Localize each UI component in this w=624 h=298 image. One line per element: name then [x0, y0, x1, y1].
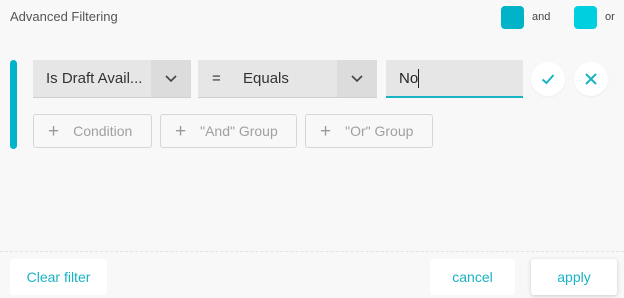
filter-header: Advanced Filtering and or: [0, 0, 624, 34]
field-select[interactable]: Is Draft Avail...: [33, 60, 191, 98]
chevron-down-icon[interactable]: [337, 60, 377, 97]
field-select-value: Is Draft Avail...: [46, 70, 143, 87]
add-condition-label: Condition: [73, 123, 133, 139]
value-input[interactable]: [386, 60, 523, 98]
check-icon: [541, 74, 555, 85]
add-and-group-button[interactable]: + "And" Group: [160, 114, 297, 148]
operator-symbol: =: [212, 70, 221, 87]
add-or-group-label: "Or" Group: [345, 123, 414, 139]
cancel-button[interactable]: cancel: [430, 259, 515, 295]
add-and-group-label: "And" Group: [200, 123, 278, 139]
clear-filter-button[interactable]: Clear filter: [10, 259, 107, 295]
confirm-button[interactable]: [531, 62, 565, 96]
or-legend-label: or: [605, 11, 615, 23]
apply-button[interactable]: apply: [531, 259, 617, 295]
close-icon: [585, 73, 597, 85]
add-condition-button[interactable]: + Condition: [33, 114, 152, 148]
and-group-indicator: [10, 60, 17, 149]
remove-condition-button[interactable]: [574, 62, 608, 96]
apply-label: apply: [557, 269, 591, 285]
add-or-group-button[interactable]: + "Or" Group: [305, 114, 433, 148]
footer-divider: [0, 251, 624, 252]
page-title: Advanced Filtering: [10, 9, 118, 24]
plus-icon: +: [48, 120, 60, 142]
text-cursor: [418, 69, 419, 88]
cancel-label: cancel: [452, 269, 493, 285]
and-legend-label: and: [532, 11, 551, 23]
chevron-down-icon[interactable]: [151, 60, 191, 97]
operator-select[interactable]: = Equals: [198, 60, 377, 98]
plus-icon: +: [175, 120, 187, 142]
clear-filter-label: Clear filter: [26, 269, 91, 285]
and-color-swatch[interactable]: [501, 6, 524, 29]
operator-select-value: Equals: [243, 70, 289, 87]
plus-icon: +: [320, 120, 332, 142]
or-color-swatch[interactable]: [574, 6, 597, 29]
